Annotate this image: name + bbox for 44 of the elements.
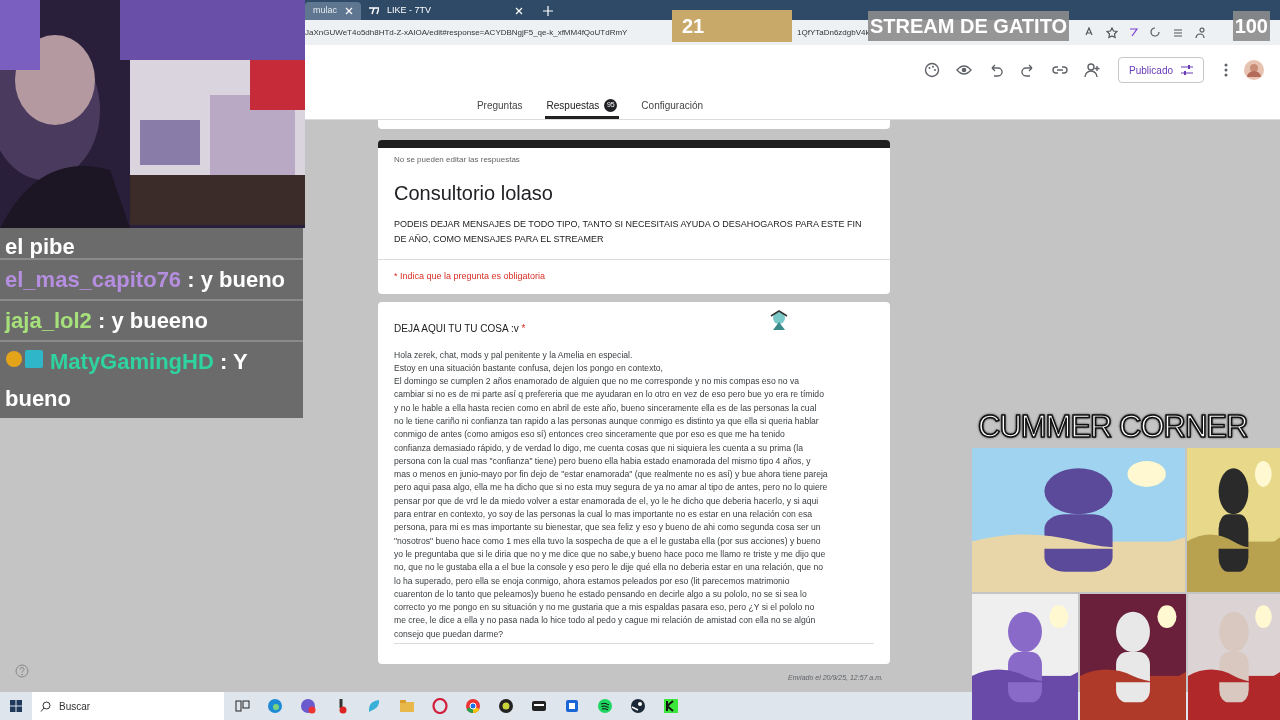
question-title: DEJA AQUI TU TU COSA :v * [394, 321, 526, 336]
camera-app-icon[interactable] [498, 698, 514, 714]
character-icon [768, 309, 790, 332]
chat-message: el pibe [4, 233, 76, 258]
search-icon [40, 700, 51, 712]
new-tab-icon[interactable] [543, 6, 553, 16]
more-icon[interactable] [1224, 63, 1228, 77]
publish-button[interactable]: Publicado [1118, 57, 1204, 83]
viewer-count: 21 [672, 10, 792, 42]
browser-tab[interactable]: mulac [305, 2, 361, 20]
chat-app-icon[interactable] [300, 698, 316, 714]
close-icon[interactable] [515, 7, 523, 15]
goal-count: 100 [1232, 11, 1270, 41]
answer-text: Hola zerek, chat, mods y pal penitente y la Amelia en especial. Estoy en una situación bastante confusa, dejen los pongo en contexto, El domingo se cumplen 2 años enamorado de alguien que no me corresponde y no mis compas eso no va cambiar si no es de mi parte así q prefereria que me ayudaran en lo otro en vez de eso pero bue yo era re tímido y no le hable a ella hasta recien como en abril de este año, bueno sinceramente ella es de las personas la cual no le tiene cariño ni confianza tan rapido a las personas aunque conmigo es distinto ya que ella si queria hablar conmigo de antes (como amigos eso sí) entonces creo sinceramente que por eso es que me ha tenido confianza demasiado rápido, y de verdad lo digo, me cuenta cosas que ni siquiera les cuenta a su prima (la persona con la cual mas "confianza" tiene) pero bueno ella habia estado enamorada del mismo tipo 4 años, y mas o menos en junio-mayo por fin dejo de "estar enamorada" (que realmente no es así) y bue ahora tiene pareja pero aqui pasa algo, ella me ha dicho que si no esta muy segura de ya no amar al tipo de antes, pero no lo quiere pensar por que de vrd le da miedo volver a estar enamorada de el, yo le he dicho que deberia hacerlo, y si aqui para entrar en contexto, yo soy de las personas la cual lo mas importante no es estar en una relación con esa persona, para mi es mas importante su bienestar, que sea feliz y eso y bueno de ahi como segunda cosa ser un "nosotros" bueno hace como 1 mes ella tuvo la sospecha de que a el le gustaba ella (por sus acciones) y bueno yo le preguntaba que si le diria que no y me dice que no sabe,y bueno hace poco me llamo re triste y me dijo que no, que no le gustaba ella a el bue la console y eso pero le dije qué ella no deberia estar en una relación, que no lo ha superado, pero ella se enoja conmigo, ahora estamos peleados por eso (lit parecemos matrimonio cuarenton de lo tanto que peleamos)y bueno he estado pensando en decirle algo a su pololo, no se si sea lo correcto yo me pongo en su situación y no me gustaria que a mis espaldas pasara eso, pero ¿Y si el pololo no me cree, le dice a ella y no pasa nada lo hice todo al pedo y cague mi relación de amistad con ella no se algún consejo que puedan darme? [394, 348, 874, 645]
chrome-icon[interactable] [465, 698, 481, 714]
close-icon[interactable] [345, 7, 353, 15]
sliders-icon [1181, 64, 1193, 76]
add-person-icon[interactable] [1084, 62, 1101, 78]
browser-icon[interactable] [267, 698, 283, 714]
task-view-icon[interactable] [234, 698, 250, 714]
star-icon[interactable] [1105, 26, 1118, 39]
profile-icon[interactable] [1193, 26, 1206, 39]
avatar-icon[interactable] [1244, 60, 1264, 80]
music-app-icon[interactable] [597, 698, 613, 714]
required-note: * Indica que la pregunta es obligatoria [378, 259, 890, 294]
windows-start-icon[interactable] [10, 700, 22, 712]
preview-eye-icon[interactable] [956, 62, 973, 78]
form-tab[interactable]: Configuración [639, 95, 706, 119]
opera-icon[interactable] [432, 698, 448, 714]
remote-app-icon[interactable] [564, 698, 580, 714]
game-store-icon[interactable] [630, 698, 646, 714]
form-description: PODEIS DEJAR MENSAJES DE TODO TIPO, TANTO SI NECESITAIS AYUDA O DESAHOGAROS PARA ESTE FIN DE AÑO, COMO MENSAJES PARA EL STREAMER [393, 218, 863, 246]
palette-icon[interactable] [924, 62, 941, 78]
notice-text: No se pueden editar las respuestas [393, 154, 521, 166]
form-title: Consultorio lolaso [393, 181, 554, 206]
chat-message: el_mas_capito76 : y bueno [0, 258, 303, 299]
url-text[interactable]: 1QfYTaDn6zdgbV4k [797, 26, 870, 39]
chat-message: jaja_lol2 : y bueeno [0, 299, 303, 340]
media-app-icon[interactable] [531, 698, 547, 714]
tab-icon [369, 7, 379, 15]
url-text[interactable]: JaXnGUWeT4o5dh8HTd-Z-xAIOA/edit#response=ACYDBNgjF5_qe-k_xfMM4fQoUTdRmY [305, 26, 667, 39]
stream-app-icon[interactable] [663, 698, 679, 714]
form-tab[interactable]: Preguntas [474, 95, 525, 119]
chat-message: MatyGamingHD : Y bueno [0, 340, 303, 418]
